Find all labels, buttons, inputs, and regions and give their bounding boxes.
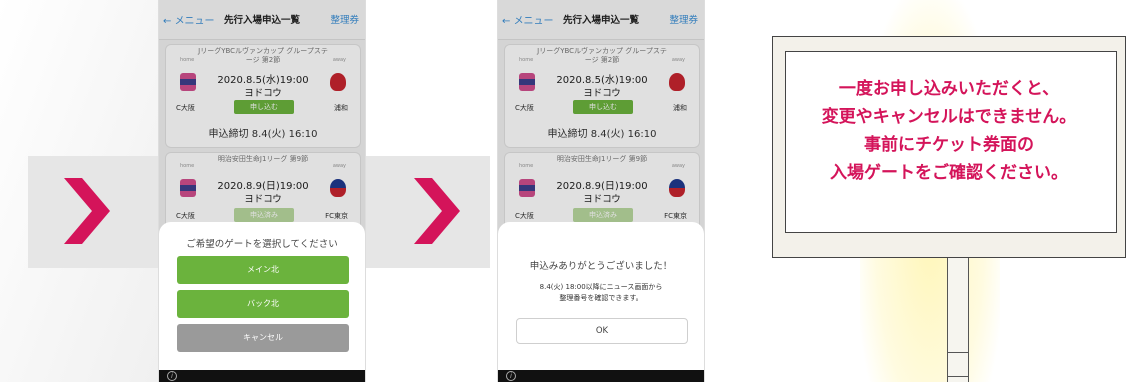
message-line: 8.4(火) 18:00以降にニュース画面から (539, 283, 663, 291)
info-icon[interactable]: i (506, 371, 516, 381)
gate-select-sheet: ご希望のゲートを選択してください メイン北 バック北 キャンセル (159, 222, 365, 372)
info-icon[interactable]: i (167, 371, 177, 381)
post-band (947, 376, 969, 377)
phone-screen-confirmation: ← メニュー 先行入場申込一覧 整理券 home away JリーグYBCルヴァ… (497, 0, 705, 382)
notice-line: 事前にチケット券面の (864, 135, 1034, 155)
notice-line: 変更やキャンセルはできません。 (821, 107, 1077, 127)
cancel-button[interactable]: キャンセル (177, 324, 349, 352)
message-line: 整理番号を確認できます。 (559, 294, 643, 302)
notice-line: 一度お申し込みいただくと、 (838, 79, 1060, 99)
phone-screen-gate-select: ← メニュー 先行入場申込一覧 整理券 home away JリーグYBCルヴァ… (158, 0, 366, 382)
notice-text: 一度お申し込みいただくと、 変更やキャンセルはできません。 事前にチケット券面の… (773, 75, 1125, 187)
notice-sign: 一度お申し込みいただくと、 変更やキャンセルはできません。 事前にチケット券面の… (772, 36, 1126, 258)
confirmation-sheet: 申込みありがとうございました！ 8.4(火) 18:00以降にニュース画面から … (498, 222, 704, 372)
bottom-bar: i (159, 370, 365, 382)
chevron-right-icon (64, 178, 110, 244)
sheet-title: ご希望のゲートを選択してください (186, 239, 338, 250)
gate-option-button[interactable]: バック北 (177, 290, 349, 318)
ok-button[interactable]: OK (516, 318, 688, 344)
notice-line: 入場ゲートをご確認ください。 (830, 163, 1068, 183)
post-band (947, 352, 969, 353)
thanks-title: 申込みありがとうございました！ (529, 261, 673, 272)
gate-option-button[interactable]: メイン北 (177, 256, 349, 284)
sign-post (947, 258, 969, 382)
bottom-bar: i (498, 370, 704, 382)
chevron-right-icon (414, 178, 460, 244)
